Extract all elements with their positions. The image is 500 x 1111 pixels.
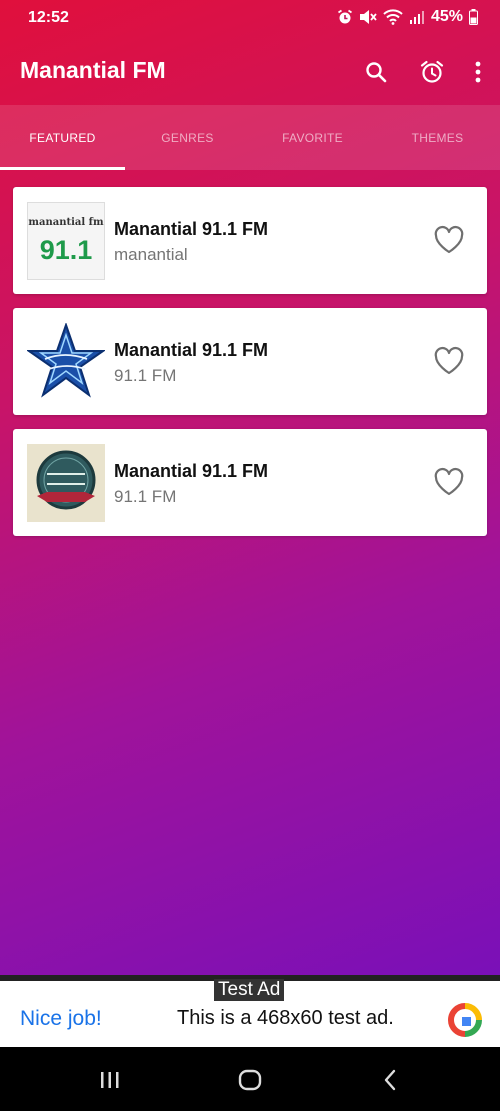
gospel-star-logo xyxy=(27,323,105,398)
back-button[interactable] xyxy=(375,1067,405,1093)
home-icon xyxy=(238,1069,262,1091)
station-card[interactable]: Manantial 91.1 FM 91.1 FM xyxy=(13,308,487,415)
battery-percent: 45% xyxy=(430,8,463,25)
mute-status-icon xyxy=(359,10,377,24)
station-name: Manantial 91.1 FM xyxy=(114,340,269,360)
ad-label: Test Ad xyxy=(214,979,285,1001)
station-logo xyxy=(27,444,105,522)
station-name: Manantial 91.1 FM xyxy=(114,219,269,239)
search-icon xyxy=(366,62,387,83)
station-subtitle: 91.1 FM xyxy=(114,487,177,506)
station-name: Manantial 91.1 FM xyxy=(114,461,269,481)
heart-outline-icon xyxy=(434,467,464,496)
home-button[interactable] xyxy=(235,1067,265,1093)
logo-text-frequency: 91.1 xyxy=(39,235,93,265)
wifi-status-icon xyxy=(383,9,403,25)
ad-choices-icon[interactable] xyxy=(448,1003,482,1037)
alarm-button[interactable] xyxy=(414,56,450,88)
recents-icon xyxy=(101,1072,119,1088)
ad-body: This is a 468x60 test ad. xyxy=(177,1007,394,1029)
ad-banner[interactable]: Test Ad Nice job! This is a 468x60 test … xyxy=(0,975,500,1047)
alarm-clock-icon xyxy=(420,60,444,83)
station-subtitle: 91.1 FM xyxy=(114,366,177,385)
status-bar: 12:52 45% xyxy=(0,0,500,36)
tab-bar: FEATURED GENRES FAVORITE THEMES xyxy=(0,105,500,170)
station-logo xyxy=(27,323,105,401)
deep-house-network-logo xyxy=(27,444,105,522)
ad-headline[interactable]: Nice job! xyxy=(20,1007,102,1031)
app-screen: 12:52 45% Manantial FM FEATURED GENRES F… xyxy=(0,0,500,975)
status-icons: 45% xyxy=(337,8,478,26)
more-options-button[interactable] xyxy=(470,56,486,88)
tab-featured[interactable]: FEATURED xyxy=(0,105,125,170)
logo-text-brand: manantial fm xyxy=(28,217,104,228)
tab-favorite[interactable]: FAVORITE xyxy=(250,105,375,170)
status-time: 12:52 xyxy=(28,9,69,26)
app-bar: Manantial FM xyxy=(0,40,500,104)
heart-outline-icon xyxy=(434,346,464,375)
station-card[interactable]: manantial fm 91.1 Manantial 91.1 FM mana… xyxy=(13,187,487,294)
signal-status-icon xyxy=(409,11,424,24)
station-list: manantial fm 91.1 Manantial 91.1 FM mana… xyxy=(13,187,487,550)
tab-themes[interactable]: THEMES xyxy=(375,105,500,170)
app-actions xyxy=(358,56,486,88)
alarm-status-icon xyxy=(337,9,352,24)
recents-button[interactable] xyxy=(95,1067,125,1093)
favorite-button[interactable] xyxy=(433,467,465,497)
battery-icon xyxy=(469,9,478,25)
app-title: Manantial FM xyxy=(20,57,166,83)
system-nav-bar xyxy=(0,1047,500,1111)
station-subtitle: manantial xyxy=(114,245,188,264)
favorite-button[interactable] xyxy=(433,225,465,255)
search-button[interactable] xyxy=(358,56,394,88)
more-vertical-icon xyxy=(475,61,481,83)
tab-genres[interactable]: GENRES xyxy=(125,105,250,170)
heart-outline-icon xyxy=(434,225,464,254)
favorite-button[interactable] xyxy=(433,346,465,376)
station-logo: manantial fm 91.1 xyxy=(27,202,105,280)
station-card[interactable]: Manantial 91.1 FM 91.1 FM xyxy=(13,429,487,536)
back-chevron-icon xyxy=(384,1069,396,1091)
